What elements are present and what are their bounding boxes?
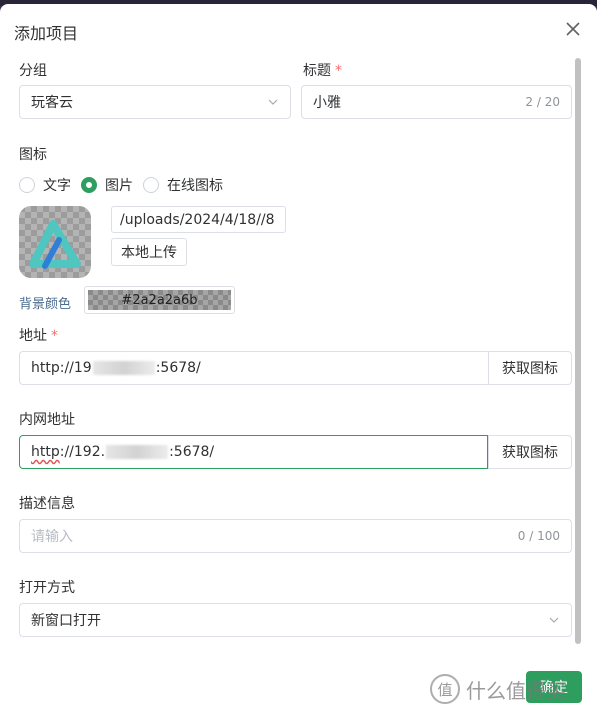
address-input[interactable]: http://19 :5678/	[19, 351, 488, 385]
required-mark: *	[51, 328, 58, 344]
bg-color-label: 背景颜色	[19, 297, 72, 312]
description-input[interactable]: 请输入 0 / 100	[19, 519, 572, 553]
lan-address-value-suffix: :5678/	[169, 444, 215, 460]
fetch-icon-button[interactable]: 获取图标	[488, 351, 572, 385]
chevron-down-icon	[268, 99, 278, 105]
icon-path-field[interactable]: /uploads/2024/4/18//8	[111, 206, 286, 233]
icon-type-radio-group: 文字 图片 在线图标	[19, 175, 233, 195]
app-logo-icon	[29, 220, 81, 269]
radio-label: 图片	[105, 178, 133, 194]
scrollbar[interactable]	[575, 58, 581, 644]
bg-color-picker[interactable]: #2a2a2a6b	[84, 286, 235, 314]
dialog-title: 添加项目	[14, 24, 79, 43]
title-label-text: 标题	[303, 63, 331, 79]
radio-image[interactable]: 图片	[81, 175, 133, 195]
radio-label: 在线图标	[167, 178, 223, 194]
radio-dot	[143, 177, 159, 193]
group-select[interactable]: 玩客云	[19, 85, 291, 119]
radio-online-icon[interactable]: 在线图标	[143, 175, 223, 195]
watermark-logo: 值	[430, 674, 460, 704]
title-input[interactable]: 小雅 2 / 20	[301, 85, 572, 119]
description-char-counter: 0 / 100	[517, 529, 560, 543]
address-value-prefix: http://19	[31, 360, 92, 376]
address-label: 地址 *	[19, 325, 58, 345]
lan-address-input-group: http://192. :5678/ 获取图标	[19, 435, 572, 469]
open-mode-value: 新窗口打开	[31, 613, 101, 629]
title-char-counter: 2 / 20	[525, 95, 560, 109]
chevron-down-icon	[549, 617, 559, 623]
address-value-suffix: :5678/	[155, 360, 201, 376]
add-item-dialog: 添加项目 分组 玩客云 标题* 小雅 2 / 20 图标 文字 图片 在线图标	[0, 4, 597, 712]
bg-color-swatch: #2a2a2a6b	[88, 290, 231, 310]
lan-address-value-prefix: http	[31, 444, 60, 460]
description-label: 描述信息	[19, 496, 75, 512]
lan-address-value-mid: ://192.	[59, 444, 106, 460]
lan-address-input[interactable]: http://192. :5678/	[19, 435, 488, 469]
required-mark: *	[335, 63, 342, 79]
fetch-icon-button-lan[interactable]: 获取图标	[488, 435, 572, 469]
icon-label: 图标	[19, 147, 47, 163]
open-mode-select[interactable]: 新窗口打开	[19, 603, 572, 637]
confirm-button[interactable]: 确定	[526, 671, 582, 703]
icon-preview	[19, 206, 91, 278]
radio-dot	[19, 177, 35, 193]
radio-text[interactable]: 文字	[19, 175, 71, 195]
radio-dot-selected	[81, 177, 97, 193]
redacted-text	[92, 361, 155, 375]
address-label-text: 地址	[19, 328, 47, 344]
title-label: 标题 *	[303, 60, 342, 80]
lan-address-label: 内网地址	[19, 412, 75, 428]
close-icon[interactable]	[563, 19, 583, 39]
group-select-value: 玩客云	[31, 95, 73, 111]
redacted-text	[106, 445, 169, 459]
address-input-group: http://19 :5678/ 获取图标	[19, 351, 572, 385]
title-input-value: 小雅	[313, 95, 341, 111]
open-mode-label: 打开方式	[19, 580, 75, 596]
radio-label: 文字	[43, 178, 71, 194]
description-placeholder: 请输入	[31, 529, 73, 545]
group-label: 分组	[19, 63, 47, 79]
bg-color-value: #2a2a2a6b	[121, 292, 198, 308]
local-upload-button[interactable]: 本地上传	[111, 238, 187, 266]
